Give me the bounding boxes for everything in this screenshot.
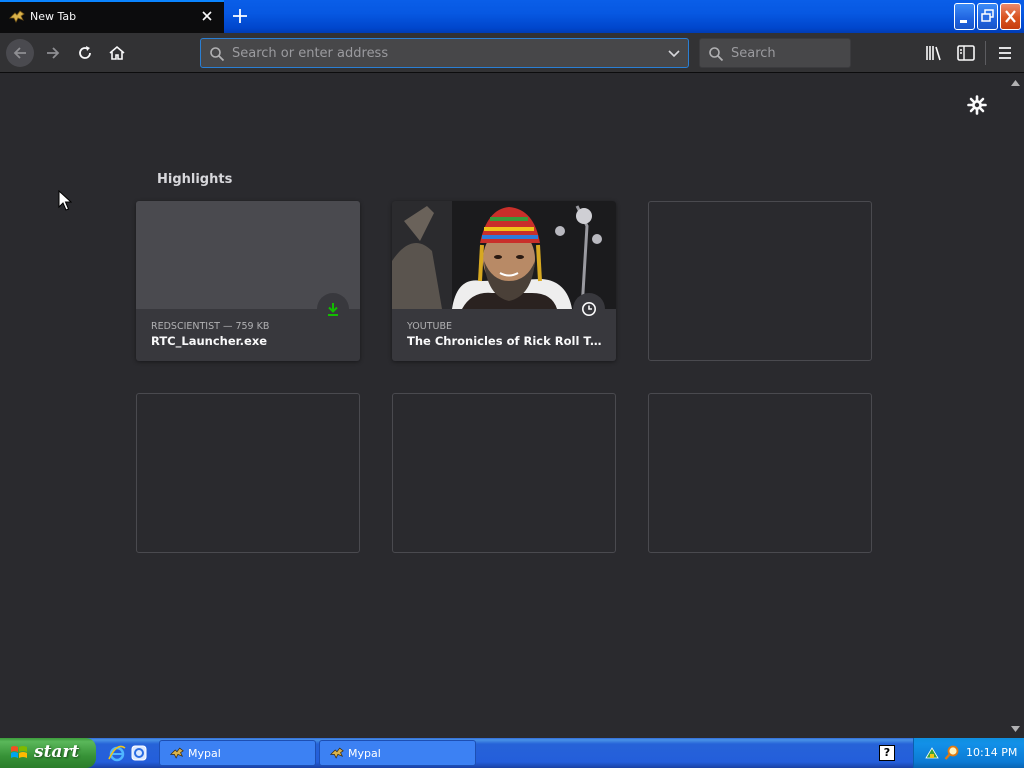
- card-badge: [573, 293, 605, 325]
- highlights-heading: Highlights: [157, 172, 233, 187]
- mypal-favicon-icon: [9, 10, 25, 23]
- card-context: REDSCIENTIST — 759 KB: [151, 321, 270, 332]
- restore-icon: [981, 9, 994, 22]
- close-window-icon: [1005, 10, 1016, 23]
- reload-icon: [79, 46, 91, 59]
- taskbar-item-label: Mypal: [188, 747, 221, 760]
- url-bar[interactable]: [200, 38, 689, 68]
- network-icon[interactable]: [924, 745, 940, 761]
- start-label: start: [34, 742, 80, 762]
- highlight-placeholder: [392, 393, 616, 553]
- help-icon[interactable]: ?: [879, 745, 895, 761]
- navigation-toolbar: [0, 33, 1024, 73]
- highlight-card-youtube[interactable]: YOUTUBE The Chronicles of Rick Roll Trai…: [392, 201, 616, 361]
- new-tab-page: Highlights REDSCIENTIST — 759 KB RTC_Lau…: [0, 74, 1007, 738]
- highlight-placeholder: [648, 201, 872, 361]
- card-context: YOUTUBE: [407, 321, 452, 332]
- mypal-app-icon: [169, 747, 184, 759]
- card-thumbnail: [392, 201, 616, 309]
- tab-title: New Tab: [30, 10, 77, 23]
- forward-arrow-icon: [47, 47, 60, 59]
- taskbar-item-mypal[interactable]: Mypal: [159, 740, 316, 766]
- highlight-placeholder: [648, 393, 872, 553]
- taskbar: start Mypal Mypal ? 10:14 PM: [0, 738, 1024, 768]
- home-icon: [109, 45, 125, 60]
- scroll-up-icon[interactable]: [1011, 80, 1020, 86]
- gear-icon[interactable]: [966, 94, 988, 116]
- chevron-down-icon[interactable]: [666, 46, 682, 62]
- video-thumbnail-image: [392, 201, 616, 309]
- search-icon: [709, 47, 724, 62]
- title-bar: New Tab: [0, 0, 1024, 33]
- tab-new-tab[interactable]: New Tab: [0, 0, 224, 33]
- card-thumbnail: [136, 201, 360, 309]
- highlight-placeholder: [136, 393, 360, 553]
- mypal-app-icon: [329, 747, 344, 759]
- minimize-button[interactable]: [954, 3, 975, 30]
- windows-logo-icon: [11, 746, 27, 758]
- clock: 10:14 PM: [966, 746, 1018, 759]
- home-button[interactable]: [103, 39, 131, 67]
- new-tab-icon[interactable]: [229, 5, 251, 27]
- card-title: The Chronicles of Rick Roll Trail...: [407, 334, 607, 348]
- search-input[interactable]: [731, 39, 846, 67]
- quick-launch-app-icon[interactable]: [130, 744, 148, 762]
- download-icon: [328, 303, 338, 316]
- minimize-icon: [960, 20, 967, 23]
- sidebar-icon[interactable]: [954, 41, 978, 65]
- card-badge: [317, 293, 349, 325]
- scroll-down-icon[interactable]: [1011, 726, 1020, 732]
- back-button[interactable]: [6, 39, 34, 67]
- clock-icon: [582, 302, 596, 316]
- forward-button[interactable]: [39, 39, 67, 67]
- toolbar-separator: [985, 41, 986, 65]
- vertical-scrollbar[interactable]: [1007, 74, 1024, 738]
- url-input[interactable]: [232, 39, 652, 67]
- back-arrow-icon: [13, 47, 26, 59]
- taskbar-item-mypal[interactable]: Mypal: [319, 740, 476, 766]
- library-icon[interactable]: [922, 41, 946, 65]
- highlight-card-download[interactable]: REDSCIENTIST — 759 KB RTC_Launcher.exe: [136, 201, 360, 361]
- close-window-button[interactable]: [1000, 3, 1021, 30]
- system-tray: 10:14 PM: [913, 738, 1024, 768]
- mouse-pointer-icon: [58, 190, 72, 211]
- start-button[interactable]: start: [0, 738, 96, 768]
- close-tab-icon[interactable]: [198, 7, 216, 25]
- hamburger-menu-icon[interactable]: [993, 41, 1017, 65]
- restore-button[interactable]: [977, 3, 998, 30]
- search-icon: [210, 47, 225, 62]
- reload-button[interactable]: [71, 39, 99, 67]
- taskbar-item-label: Mypal: [348, 747, 381, 760]
- search-tray-icon[interactable]: [944, 745, 960, 761]
- internet-explorer-icon[interactable]: [108, 744, 126, 762]
- card-title: RTC_Launcher.exe: [151, 334, 268, 348]
- search-bar[interactable]: [699, 38, 851, 68]
